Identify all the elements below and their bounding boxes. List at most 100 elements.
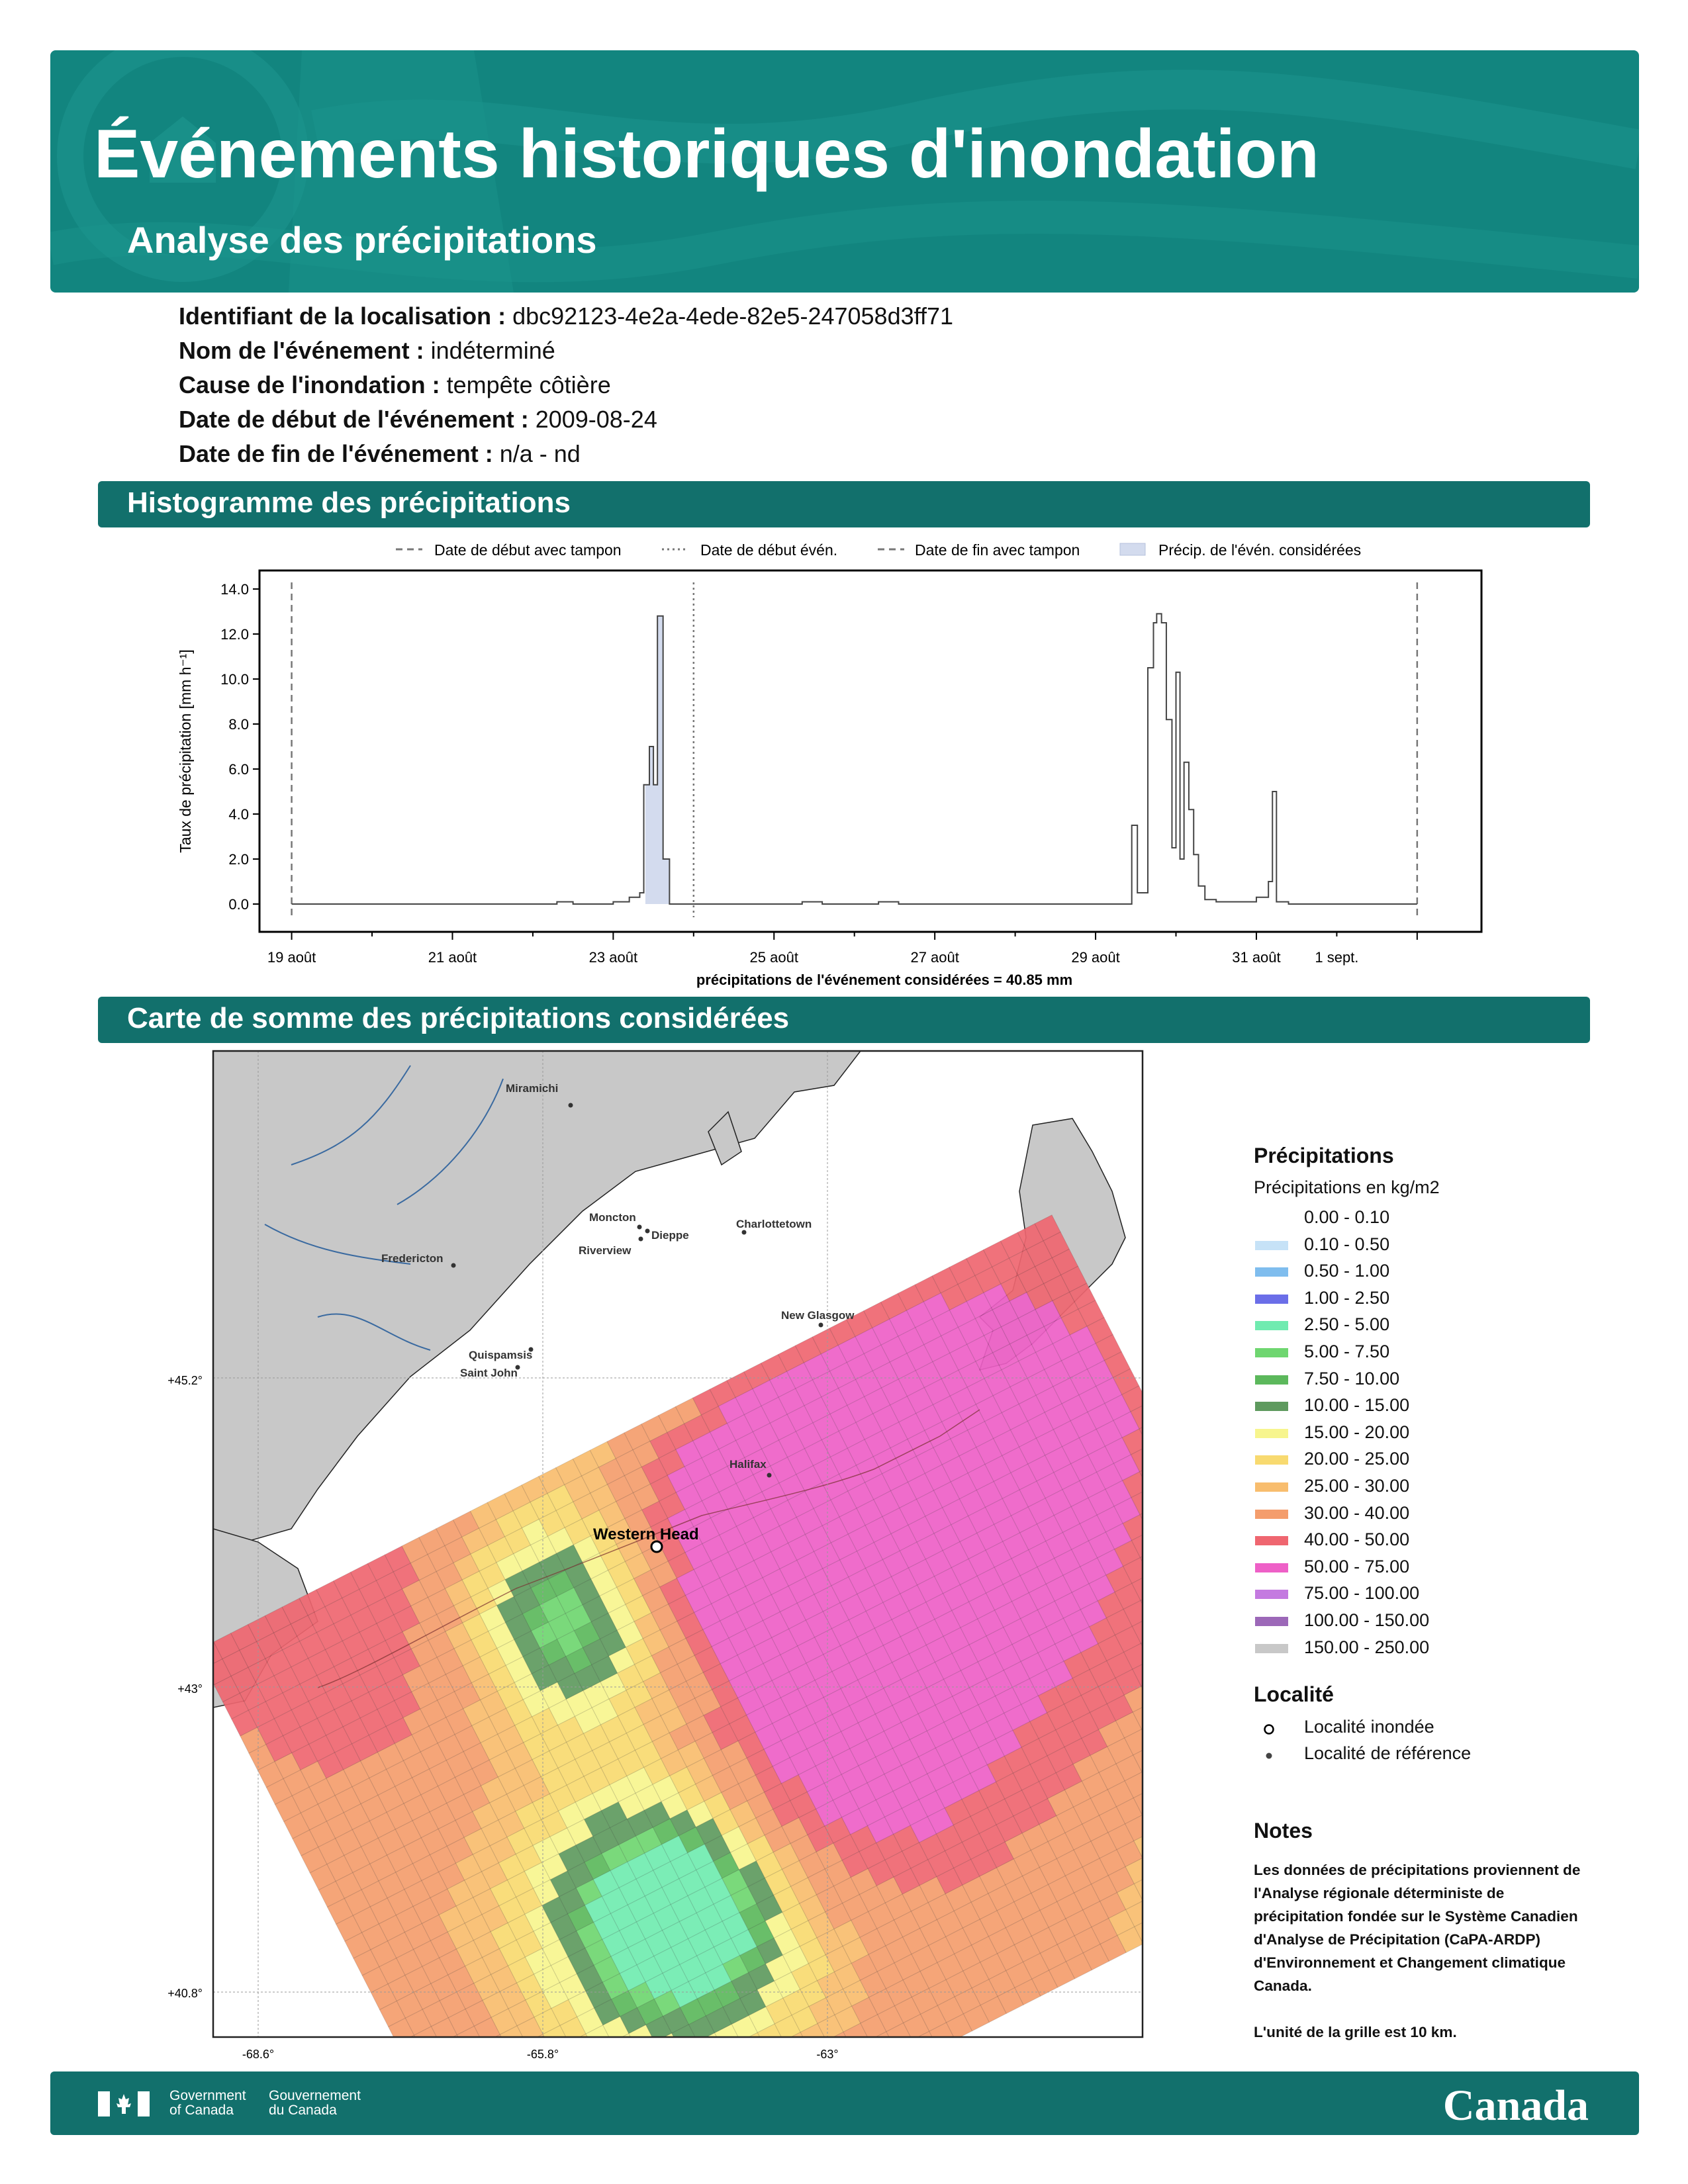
legend-considered: Précip. de l'évén. considérées <box>1158 541 1361 559</box>
locality-title: Localité <box>1254 1682 1334 1706</box>
legend-item: 25.00 - 30.00 <box>1254 1475 1624 1502</box>
city-label: Saint John <box>460 1367 518 1379</box>
grid-cell <box>466 2043 492 2058</box>
legend-start-buffer: Date de début avec tampon <box>434 541 622 559</box>
legend-swatch <box>1255 1347 1288 1357</box>
legend-swatch <box>1255 1375 1288 1385</box>
legend-item-label: 1.00 - 2.50 <box>1304 1287 1390 1308</box>
meta-row-end-date: Date de fin de l'événement : n/a - nd <box>179 440 581 467</box>
legend-item-label: 20.00 - 25.00 <box>1304 1449 1410 1469</box>
legend-item-label: 40.00 - 50.00 <box>1304 1529 1410 1550</box>
legend-item: 5.00 - 7.50 <box>1254 1340 1624 1367</box>
y-tick-label: 14.0 <box>220 581 249 598</box>
y-tick-label: 4.0 <box>228 806 249 823</box>
legend-swatch <box>1255 1536 1288 1546</box>
legend-item: 30.00 - 40.00 <box>1254 1502 1624 1529</box>
x-tick-label: 21 août <box>428 949 477 966</box>
legend-swatch <box>1255 1402 1288 1412</box>
page-title: Événements historiques d'inondation <box>94 116 1319 193</box>
notes-text: Les données de précipitations proviennen… <box>1254 1862 1581 1994</box>
legend-item-label: 15.00 - 20.00 <box>1304 1422 1410 1442</box>
x-axis-label: précipitations de l'événement considérée… <box>696 972 1072 988</box>
legend-item-label: 50.00 - 75.00 <box>1304 1556 1410 1576</box>
grid-cell <box>1141 1685 1143 1690</box>
legend-item: 10.00 - 15.00 <box>1254 1394 1624 1421</box>
city-label: Charlottetown <box>736 1218 812 1230</box>
grid-cell <box>423 2044 449 2058</box>
lat-label-3: +40.8° <box>167 1987 203 2000</box>
reference-locality-marker <box>818 1322 823 1328</box>
grid-cell <box>1152 1909 1165 1935</box>
y-axis: 0.0 2.0 4.0 6.0 8.0 10.0 12.0 14.0 <box>220 581 259 913</box>
legend-item-label: 0.50 - 1.00 <box>1304 1261 1390 1281</box>
grid-cell <box>767 2041 792 2058</box>
legend-swatch <box>1255 1214 1288 1223</box>
grid-cell <box>1149 1523 1165 1549</box>
grid-cell <box>494 2034 502 2037</box>
x-tick-label: 1 sept. <box>1315 949 1358 966</box>
reference-marker-icon <box>1266 1752 1272 1759</box>
reference-locality-marker <box>638 1236 643 1242</box>
page-subtitle: Analyse des précipitations <box>127 219 597 261</box>
lon-label-2: -65.8° <box>527 2048 559 2058</box>
legend-event-start: Date de début évén. <box>700 541 837 559</box>
notes-body: Les données de précipitations proviennen… <box>1254 1858 1598 2044</box>
x-tick-label: 29 août <box>1071 949 1119 966</box>
x-axis: 19 août 21 août 23 août 25 août 27 août 29 ao… <box>267 932 1418 966</box>
canada-flag-icon <box>98 2091 150 2116</box>
grid-cell <box>577 2051 603 2058</box>
x-tick-label: 31 août <box>1232 949 1280 966</box>
grid-cell <box>1150 1738 1165 1764</box>
grid-cell <box>1151 1866 1165 1892</box>
y-tick-label: 0.0 <box>228 896 249 913</box>
grid-cell <box>852 2040 878 2058</box>
legend-item-label: 100.00 - 150.00 <box>1304 1610 1430 1630</box>
grid-cell <box>1139 1470 1143 1479</box>
lat-label-1: +45.2° <box>167 1374 203 1387</box>
city-label: Dieppe <box>651 1229 689 1242</box>
legend-item-label: 150.00 - 250.00 <box>1304 1637 1430 1657</box>
y-tick-label: 8.0 <box>228 716 249 733</box>
grid-cell <box>1159 1754 1165 1780</box>
grid-cell <box>1160 1884 1165 1909</box>
grid-cell <box>1150 1652 1165 1678</box>
legend-item-label: 7.50 - 10.00 <box>1304 1368 1400 1388</box>
legend-item-label: 30.00 - 40.00 <box>1304 1502 1410 1523</box>
grid-cell <box>680 2042 706 2058</box>
legend-swatch <box>1255 1240 1288 1250</box>
grid-cell <box>724 2041 749 2058</box>
legend-item: 1.00 - 2.50 <box>1254 1287 1624 1314</box>
legend-item: 0.10 - 0.50 <box>1254 1233 1624 1260</box>
legend-item-label: 10.00 - 15.00 <box>1304 1395 1410 1416</box>
city-label: Halifax <box>729 1458 767 1471</box>
y-tick-label: 6.0 <box>228 761 249 778</box>
legend-item: 50.00 - 75.00 <box>1254 1555 1624 1582</box>
grid-cell <box>1150 1780 1165 1806</box>
lat-label-2: +43° <box>177 1682 203 1696</box>
precipitation-histogram: Date de début avec tampon Date de début … <box>177 541 1483 988</box>
grid-cell <box>1157 1455 1166 1480</box>
city-label: Miramichi <box>506 1082 558 1095</box>
reference-locality-marker <box>451 1263 456 1268</box>
grid-cell <box>1158 1669 1165 1695</box>
grid-cell <box>1150 1695 1165 1721</box>
header-banner: Événements historiques d'inondation Anal… <box>50 50 1639 293</box>
legend-item: 7.50 - 10.00 <box>1254 1367 1624 1394</box>
grid-cell <box>451 2034 459 2037</box>
gov-en: Government of Canada <box>169 2088 246 2118</box>
grid-cell <box>1142 1857 1143 1859</box>
grid-cell <box>792 2050 818 2058</box>
grid-cell <box>1141 1728 1143 1732</box>
legend-swatch <box>1255 1509 1288 1519</box>
legend-item: 100.00 - 150.00 <box>1254 1609 1624 1636</box>
grid-cell <box>1151 1823 1165 1849</box>
section-map-header: Carte de somme des précipitations consid… <box>98 997 1590 1043</box>
x-tick-label: 25 août <box>750 949 798 966</box>
map-legend: Précipitations Précipitations en kg/m2 0… <box>1254 1144 1624 1662</box>
legend-subtitle: Précipitations en kg/m2 <box>1254 1177 1440 1197</box>
legend-item-label: 75.00 - 100.00 <box>1304 1583 1420 1604</box>
legend-swatch <box>1255 1616 1288 1626</box>
legend-item: 2.50 - 5.00 <box>1254 1313 1624 1340</box>
city-label: Quispamsis <box>469 1349 532 1361</box>
city-label: New Glasgow <box>781 1309 855 1322</box>
